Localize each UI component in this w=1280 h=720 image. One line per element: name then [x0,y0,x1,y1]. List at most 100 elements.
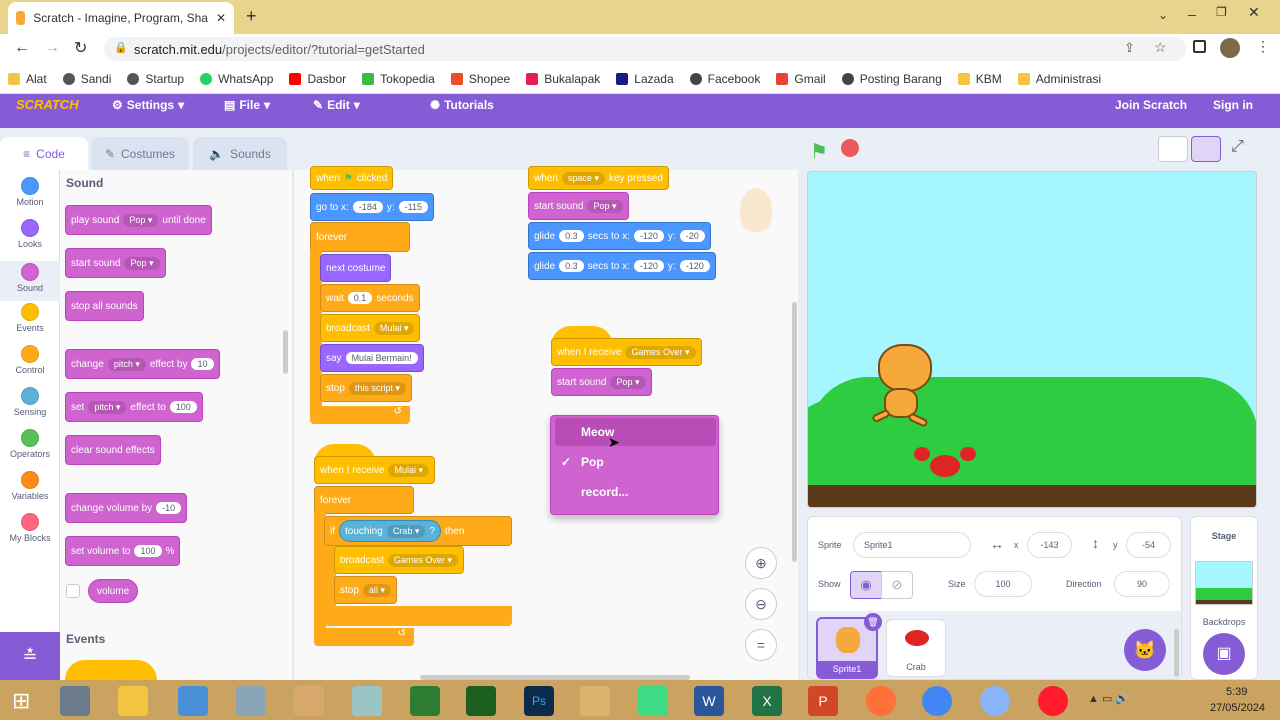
windows-start-icon[interactable]: ⊞ [12,688,30,714]
x-input[interactable]: -184 [352,201,383,213]
stage-canvas[interactable] [807,171,1257,508]
bookmark-item[interactable]: Shopee [450,72,510,86]
y-input[interactable]: -20 [679,230,705,242]
forever-block[interactable]: forever [310,222,410,252]
dropdown-item-pop[interactable]: ✓ Pop [555,448,716,476]
direction-input[interactable]: 90 [1114,571,1170,597]
stop-dropdown[interactable]: this script ▾ [348,381,406,395]
new-tab-icon[interactable]: + [246,6,257,27]
chrome-icon[interactable] [980,686,1010,716]
message-dropdown[interactable]: Mulai ▾ [373,321,415,335]
category-variables[interactable]: Variables [0,471,60,501]
x-input[interactable]: -120 [633,230,664,242]
say-block[interactable]: say Mulai Bermain! [320,344,424,372]
bookmark-item[interactable]: Bukalapak [526,72,600,86]
bookmark-star-icon[interactable]: ☆ [1154,39,1167,56]
block-event-hat[interactable] [65,660,157,680]
stage-selector-panel[interactable]: Stage Backdrops ▣ [1190,516,1258,680]
script-area[interactable]: when ⚑ clicked go to x: -184 y: -115 forever … [293,166,798,680]
zoom-out-button[interactable]: ⊖ [745,588,777,620]
category-sound[interactable]: Sound [0,261,60,301]
value-input[interactable]: 100 [169,401,197,413]
x-input[interactable]: -120 [633,260,664,272]
add-sprite-button[interactable]: 🐱 [1124,629,1166,671]
control-panel-icon[interactable] [178,686,208,716]
normal-stage-icon[interactable] [1191,136,1221,162]
if-then-block[interactable]: if touching Crab ▾? then [324,516,512,546]
small-stage-icon[interactable] [1158,136,1188,162]
size-input[interactable]: 100 [974,571,1032,597]
volume-checkbox[interactable] [66,584,80,598]
paint-icon[interactable] [294,686,324,716]
crab-sprite[interactable] [914,445,976,487]
block-play-sound-until-done[interactable]: play sound Pop ▾ until done [65,205,212,235]
browser-tab[interactable]: Scratch - Imagine, Program, Sha ✕ [8,2,234,34]
message-dropdown[interactable]: Games Over ▾ [625,345,696,359]
bookmark-item[interactable]: Startup [127,72,184,86]
start-sound-block-active[interactable]: start sound Pop ▾ [551,368,652,396]
camtasia-icon[interactable] [410,686,440,716]
photoshop-icon[interactable]: Ps [524,686,554,716]
broadcast-block[interactable]: broadcast Mulai ▾ [320,314,421,342]
sound-dropdown[interactable]: Pop ▾ [123,213,159,227]
secs-input[interactable]: 0.3 [559,260,584,272]
value-input[interactable]: -10 [156,502,182,514]
bookmark-item[interactable]: Administrasi [1017,72,1101,86]
tab-list-icon[interactable]: ⌄ [1158,8,1168,22]
bookmark-item[interactable]: Dasbor [289,72,346,86]
join-scratch-link[interactable]: Join Scratch [1115,94,1187,116]
glide-block-1[interactable]: glide 0.3 secs to x: -120 y: -20 [528,222,711,250]
palette-scrollbar[interactable] [283,330,288,374]
paint-palette-icon[interactable] [580,686,610,716]
sign-in-link[interactable]: Sign in [1213,94,1253,116]
message-dropdown[interactable]: Games Over ▾ [387,553,458,567]
android-icon[interactable] [638,686,668,716]
block-clear-sound-effects[interactable]: clear sound effects [65,435,161,465]
block-change-volume[interactable]: change volume by -10 [65,493,188,523]
go-to-xy-block[interactable]: go to x: -184 y: -115 [310,193,434,221]
block-start-sound[interactable]: start sound Pop ▾ [65,248,166,278]
profile-avatar[interactable] [1220,38,1240,58]
tab-code[interactable]: ≡ Code [0,137,88,170]
sprite-name-input[interactable]: Sprite1 [853,532,971,558]
forever-block[interactable]: forever [314,486,414,514]
block-set-effect[interactable]: set pitch ▾ effect to 100 [65,392,203,422]
taskbar-app-icon[interactable] [236,686,266,716]
dropdown-item-record[interactable]: record... [555,478,716,506]
show-hidden-button[interactable]: ⊘ [881,571,913,599]
dropdown-item-meow[interactable]: Meow [555,418,716,446]
browser-menu-icon[interactable]: ⋮ [1256,38,1270,55]
bookmark-item[interactable]: Gmail [776,72,826,86]
forward-icon[interactable]: → [44,39,60,57]
delete-sprite-icon[interactable]: 🗑 [864,613,882,631]
minimize-icon[interactable]: – [1188,6,1196,22]
category-operators[interactable]: Operators [0,429,60,459]
reload-icon[interactable]: ↻ [74,38,87,58]
taskbar-app-icon[interactable] [60,686,90,716]
edit-menu[interactable]: ✎ Edit ▾ [313,94,360,116]
file-explorer-icon[interactable] [118,686,148,716]
message-dropdown[interactable]: Mulai ▾ [388,463,430,477]
block-volume-reporter[interactable]: volume [88,579,139,603]
side-panel-icon[interactable] [1193,40,1206,53]
category-my-blocks[interactable]: My Blocks [0,513,60,543]
cat-sprite[interactable] [870,344,936,434]
taskbar-app-icon[interactable] [352,686,382,716]
bookmark-item[interactable]: WhatsApp [200,72,273,86]
show-visible-button[interactable]: ◉ [850,571,882,599]
value-input[interactable]: 100 [134,545,162,557]
bookmark-item[interactable]: Lazada [616,72,674,86]
glide-block-2[interactable]: glide 0.3 secs to x: -120 y: -120 [528,252,716,280]
stop-button[interactable] [841,139,859,157]
share-icon[interactable]: ⇪ [1124,40,1135,56]
broadcast-block[interactable]: broadcast Games Over ▾ [334,546,464,574]
tab-costumes[interactable]: ✎ Costumes [91,137,189,170]
x-position-input[interactable]: -143 [1027,532,1072,558]
tutorials-button[interactable]: ✺ Tutorials [430,94,494,116]
start-sound-block[interactable]: start sound Pop ▾ [528,192,629,220]
add-extension-button[interactable]: ≛ [0,632,60,680]
bookmark-item[interactable]: KBM [957,72,1002,86]
scratch-logo[interactable]: SCRATCH [16,94,79,116]
when-flag-clicked-block[interactable]: when ⚑ clicked [310,166,394,190]
bookmark-item[interactable]: Sandi [62,72,111,86]
